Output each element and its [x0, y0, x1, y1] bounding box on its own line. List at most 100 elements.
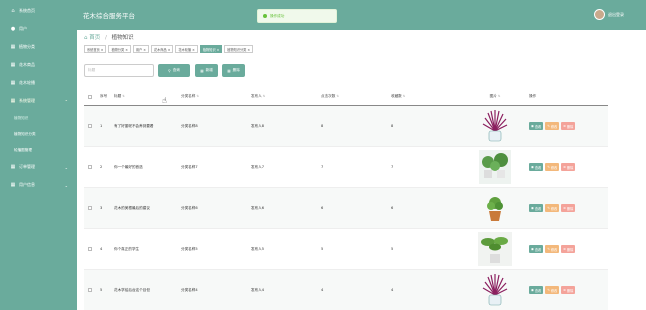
- grid-icon: ▦: [10, 98, 16, 104]
- delete-button[interactable]: ⊗ 删除: [561, 286, 576, 294]
- header-clicks[interactable]: 点击次数⇅: [321, 94, 391, 99]
- delete-button[interactable]: ⊗ 删除: [561, 122, 576, 130]
- cell-favorites: 4: [391, 288, 394, 292]
- cell-title: 你个真正的学生: [114, 246, 140, 251]
- batch-delete-button[interactable]: ▦ 删除: [222, 64, 245, 77]
- plant-thumbnail[interactable]: [461, 273, 529, 307]
- sidebar-item-plant-category[interactable]: ▦ 植物分类: [0, 38, 77, 56]
- cell-category: 分类名称5: [181, 246, 198, 251]
- table-row: 2 你一个最好的首选 分类名称7 发布人7 7 7 ◉ 查看 ✎ 修改 ⊗ 删除: [84, 147, 608, 188]
- view-button[interactable]: ◉ 查看: [529, 245, 544, 253]
- breadcrumb-current: 植物知识: [111, 35, 134, 41]
- header-title[interactable]: 标题⇅: [111, 94, 181, 99]
- eye-icon: ◉: [531, 124, 534, 128]
- edit-button[interactable]: ✎ 修改: [545, 286, 560, 294]
- header-image[interactable]: 图片 ⇅: [461, 94, 529, 99]
- success-toast: 操作成功: [257, 9, 337, 23]
- row-checkbox[interactable]: [88, 206, 92, 210]
- delete-icon: ⊗: [563, 247, 566, 251]
- logout-button[interactable]: 退出登录: [608, 12, 624, 18]
- row-checkbox[interactable]: [88, 247, 92, 251]
- delete-button[interactable]: ⊗ 删除: [561, 204, 576, 212]
- cell-category: 分类名称6: [181, 205, 198, 210]
- breadcrumb-home[interactable]: 首页: [89, 35, 100, 41]
- grid-icon: ▦: [10, 44, 16, 50]
- tag-plant-category[interactable]: 植物分类 ×: [108, 45, 131, 53]
- edit-icon: ✎: [547, 288, 550, 292]
- row-checkbox[interactable]: [88, 124, 92, 128]
- add-button[interactable]: ▦ 新增: [195, 64, 218, 77]
- chevron-down-icon: ⌄: [64, 182, 68, 188]
- sidebar-item-carousel[interactable]: ▦ 花木轮播: [0, 74, 77, 92]
- edit-icon: ✎: [547, 124, 550, 128]
- plant-thumbnail[interactable]: [461, 150, 529, 184]
- edit-button[interactable]: ✎ 修改: [545, 122, 560, 130]
- sidebar-item-goods[interactable]: ▦ 花木商品: [0, 56, 77, 74]
- tag-goods[interactable]: 花木商品 ×: [150, 45, 174, 53]
- header-publisher[interactable]: 发布人⇅: [251, 94, 321, 99]
- delete-button[interactable]: ⊗ 删除: [561, 163, 576, 171]
- cell-no: 3: [100, 206, 103, 210]
- breadcrumb-separator: /: [105, 35, 107, 41]
- check-icon: [263, 14, 267, 18]
- cell-no: 5: [100, 288, 103, 292]
- tag-carousel[interactable]: 花木轮播 ×: [175, 45, 198, 53]
- view-button[interactable]: ◉ 查看: [529, 122, 544, 130]
- sidebar-item-user[interactable]: ● 用户: [0, 20, 77, 38]
- sort-icon: ⇅: [262, 94, 266, 98]
- plant-thumbnail[interactable]: [461, 109, 529, 143]
- edit-button[interactable]: ✎ 修改: [545, 163, 560, 171]
- header-category[interactable]: 分类名称⇅: [181, 94, 251, 99]
- tag-knowledge-category[interactable]: 植物知识分类 ×: [224, 45, 254, 53]
- view-button[interactable]: ◉ 查看: [529, 163, 544, 171]
- cell-favorites: 7: [391, 165, 394, 169]
- cell-clicks: 7: [321, 165, 324, 169]
- select-all-checkbox[interactable]: [88, 94, 92, 99]
- cell-favorites: 5: [391, 247, 394, 251]
- delete-button[interactable]: ⊗ 删除: [561, 245, 576, 253]
- plant-thumbnail[interactable]: [461, 232, 529, 266]
- cell-no: 4: [100, 247, 103, 251]
- tag-knowledge[interactable]: 植物知识 ×: [199, 45, 223, 53]
- edit-button[interactable]: ✎ 修改: [545, 204, 560, 212]
- search-icon: ⚲: [168, 68, 171, 73]
- title-search-input[interactable]: 标题: [84, 64, 154, 77]
- tag-home[interactable]: 系统首页 ×: [84, 45, 107, 53]
- cell-clicks: 8: [321, 124, 324, 128]
- knowledge-table: 序号 标题⇅ 分类名称⇅ 发布人⇅ 点击次数⇅ 收藏数⇅ 图片 ⇅ 操作 1 有了…: [84, 88, 608, 310]
- sidebar-item-home[interactable]: ⌂ 系统首页: [0, 2, 77, 20]
- sidebar-item-orders[interactable]: ▦ 订单管理 ⌄: [0, 158, 77, 176]
- plant-thumbnail[interactable]: [461, 193, 529, 223]
- view-button[interactable]: ◉ 查看: [529, 204, 544, 212]
- cell-clicks: 4: [321, 288, 324, 292]
- cell-publisher: 发布人8: [251, 123, 265, 128]
- eye-icon: ◉: [531, 165, 534, 169]
- view-button[interactable]: ◉ 查看: [529, 286, 544, 294]
- header-no: 序号: [100, 94, 108, 98]
- sidebar-item-system[interactable]: ▦ 系统管理 ⌃: [0, 92, 77, 110]
- sidebar-item-userinfo[interactable]: ▦ 用户信息 ⌄: [0, 176, 77, 194]
- grid-icon: ▦: [10, 80, 16, 86]
- delete-icon: ⊗: [563, 124, 566, 128]
- sidebar-sub-knowledge[interactable]: 植物知识: [0, 110, 77, 126]
- table-row: 5 花木学给后台这个目但 分类名称4 发布人4 4 4 ◉ 查看 ✎ 修改 ⊗ …: [84, 270, 608, 310]
- home-icon: ⌂: [84, 35, 88, 41]
- edit-button[interactable]: ✎ 修改: [545, 245, 560, 253]
- row-checkbox[interactable]: [88, 165, 92, 169]
- mouse-cursor-icon: ☝: [162, 96, 167, 105]
- header-favorites[interactable]: 收藏数⇅: [391, 94, 461, 99]
- cell-category: 分类名称7: [181, 164, 198, 169]
- chevron-down-icon: ⌄: [64, 164, 68, 170]
- tag-user[interactable]: 用户 ×: [132, 45, 149, 53]
- user-icon: ●: [10, 26, 16, 32]
- breadcrumb: ⌂ 首页 / 植物知识: [84, 33, 134, 41]
- cell-favorites: 8: [391, 124, 394, 128]
- avatar[interactable]: [594, 9, 605, 20]
- table-row: 4 你个真正的学生 分类名称5 发布人5 5 5 ◉ 查看 ✎ 修改 ⊗ 删除: [84, 229, 608, 270]
- cell-no: 2: [100, 165, 103, 169]
- row-checkbox[interactable]: [88, 288, 92, 292]
- sidebar-sub-knowledge-category[interactable]: 植物知识分类: [0, 126, 77, 142]
- sidebar-sub-carousel-manage[interactable]: 轮播图管理: [0, 142, 77, 158]
- cell-publisher: 发布人4: [251, 287, 265, 292]
- query-button[interactable]: ⚲ 查询: [158, 64, 190, 77]
